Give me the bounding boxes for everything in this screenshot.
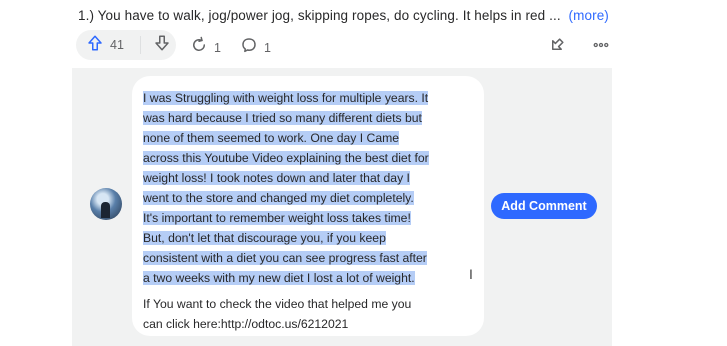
downvote-answer-icon: [548, 38, 566, 58]
comment-link-url[interactable]: http://odtoc.us/6212021: [221, 317, 348, 331]
text-cursor-icon: I: [469, 266, 473, 282]
more-options-button[interactable]: [592, 36, 610, 59]
comment-count: 1: [264, 40, 271, 55]
comment-line: went to the store and changed my diet co…: [143, 191, 414, 205]
add-comment-button[interactable]: Add Comment: [491, 193, 597, 219]
avatar[interactable]: [90, 188, 122, 220]
upvote-count: 41: [110, 38, 124, 52]
comment-composer-panel: I was Struggling with weight loss for mu…: [72, 68, 612, 346]
comment-link-intro: If You want to check the video that help…: [143, 297, 412, 311]
more-link[interactable]: (more): [569, 8, 609, 23]
comment-line: none of them seemed to work. One day I C…: [143, 131, 400, 145]
answer-snippet-text: 1.) You have to walk, jog/power jog, ski…: [78, 8, 561, 23]
answer-action-bar: 41 1 1: [76, 30, 716, 62]
upvote-button[interactable]: 41: [76, 30, 124, 60]
comment-bubble-icon: [240, 36, 258, 59]
comment-input[interactable]: I was Struggling with weight loss for mu…: [132, 76, 484, 336]
share-count: 1: [214, 40, 221, 55]
comment-line: consistent with a diet you can see progr…: [143, 251, 427, 265]
comment-line: I was Struggling with weight loss for mu…: [143, 91, 429, 105]
vote-pill: 41: [76, 30, 176, 60]
share-button[interactable]: 1: [190, 36, 221, 59]
downvote-button[interactable]: [141, 30, 171, 60]
downvote-arrow-icon: [153, 34, 171, 57]
comment-line: across this Youtube Video explaining the…: [143, 151, 429, 165]
answer-snippet: 1.) You have to walk, jog/power jog, ski…: [78, 8, 718, 23]
more-options-icon: [592, 41, 610, 58]
comment-line: weight loss! I took notes down and later…: [143, 171, 410, 185]
downvote-answer-button[interactable]: [548, 36, 566, 59]
comment-link-prefix: can click here:: [143, 317, 221, 331]
upvote-arrow-icon: [86, 34, 104, 57]
comment-selected-text[interactable]: I was Struggling with weight loss for mu…: [143, 88, 463, 288]
comment-line: was hard because I tried so many differe…: [143, 111, 422, 125]
comment-line: It's important to remember weight loss t…: [143, 211, 411, 225]
comment-line: a two weeks with my new diet I lost a lo…: [143, 271, 415, 285]
comment-button[interactable]: 1: [240, 36, 271, 59]
comment-line: But, don't let that discourage you, if y…: [143, 231, 386, 245]
reshare-icon: [190, 36, 208, 59]
comment-link-text: If You want to check the video that help…: [143, 294, 473, 334]
